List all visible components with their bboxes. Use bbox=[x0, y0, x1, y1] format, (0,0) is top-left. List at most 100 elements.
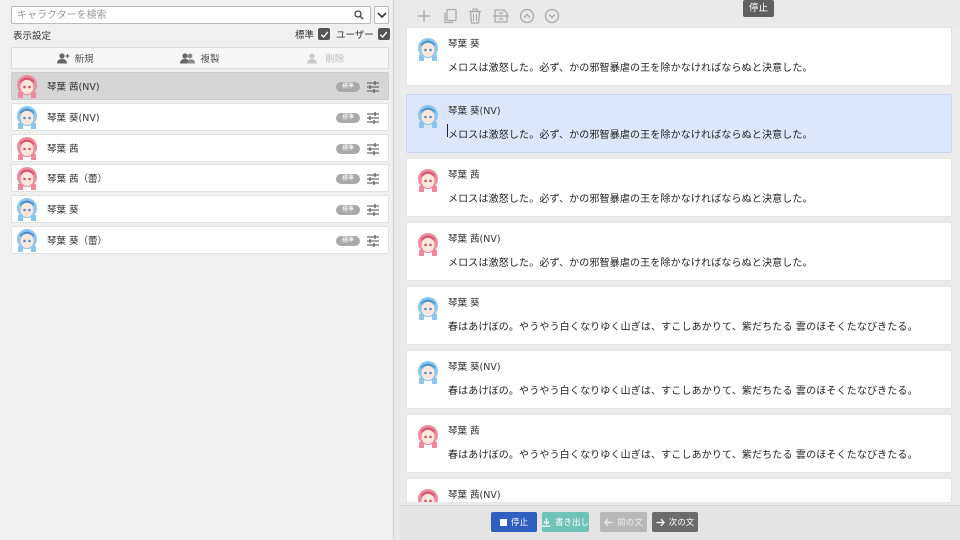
character-tag-badge: 標準 bbox=[336, 112, 360, 123]
script-line[interactable]: 琴葉 葵メロスは激怒した。必ず、かの邪智暴虐の王を除かなければならぬと決意した。 bbox=[406, 27, 952, 86]
settings-sliders-icon[interactable] bbox=[366, 172, 380, 186]
speaker-avatar[interactable] bbox=[416, 37, 440, 61]
display-settings-label: 表示設定 bbox=[13, 31, 52, 42]
filter-user[interactable]: ユーザー bbox=[336, 27, 390, 41]
stop-button[interactable]: 停止 bbox=[491, 512, 537, 532]
character-name: 琴葉 茜 bbox=[47, 143, 79, 155]
delete-character-label: 削除 bbox=[325, 54, 345, 65]
text-cursor bbox=[447, 124, 448, 137]
character-tag-badge: 標準 bbox=[336, 82, 360, 92]
chevron-down-icon bbox=[376, 11, 387, 18]
line-text[interactable]: メロスは激怒した。必ず、かの邪智暴虐の王を除かなければならぬと決意した。 bbox=[448, 59, 813, 74]
add-icon[interactable] bbox=[415, 7, 433, 25]
speaker-name: 琴葉 葵(NV) bbox=[448, 362, 501, 373]
speaker-avatar[interactable] bbox=[416, 424, 440, 448]
move-up-icon[interactable] bbox=[518, 7, 536, 25]
stop-tooltip: 停止 bbox=[743, 0, 774, 17]
line-text[interactable]: メロスは激怒した。必ず、かの邪智暴虐の王を除かなければならぬと決意した。 bbox=[448, 254, 813, 269]
speaker-name: 琴葉 茜 bbox=[448, 170, 480, 181]
new-character-button[interactable]: 新規 bbox=[12, 48, 137, 68]
delete-icon[interactable] bbox=[466, 7, 484, 25]
script-line[interactable]: 琴葉 茜(NV) メロスは激怒した。必ず、かの邪智暴虐の王を除かなければならぬと決… bbox=[406, 222, 952, 281]
character-avatar bbox=[15, 136, 39, 160]
filter-standard-checkbox[interactable] bbox=[318, 28, 331, 40]
check-icon bbox=[380, 31, 388, 38]
script-line[interactable]: 琴葉 茜メロスは激怒した。必ず、かの邪智暴虐の王を除かなければならぬと決意した。 bbox=[406, 158, 952, 217]
speaker-avatar[interactable] bbox=[416, 104, 440, 128]
character-action-bar: 新規 複製 削除 bbox=[11, 47, 389, 69]
line-text[interactable]: 春はあけぼの。やうやう白くなりゆく山ぎは、すこしあかりて、紫だちたる 雲のほそく… bbox=[448, 382, 918, 397]
character-item[interactable]: 琴葉 茜 標準 bbox=[11, 133, 389, 162]
speaker-avatar[interactable] bbox=[416, 232, 440, 256]
script-line[interactable]: 琴葉 茜春はあけぼの。やうやう白くなりゆく山ぎは、すこしあかりて、紫だちたる 雲… bbox=[406, 414, 952, 473]
search-input[interactable] bbox=[12, 7, 348, 23]
character-tag-badge: 標準 bbox=[336, 205, 360, 216]
character-item[interactable]: 琴葉 葵 標準 bbox=[11, 195, 389, 224]
script-line-list: 琴葉 葵メロスは激怒した。必ず、かの邪智暴虐の王を除かなければならぬと決意した。… bbox=[400, 27, 960, 502]
character-avatar bbox=[15, 105, 39, 129]
character-tag-badge: 標準 bbox=[336, 143, 360, 154]
search-dropdown-button[interactable] bbox=[374, 6, 389, 24]
character-item[interactable]: 琴葉 茜（蕾） 標準 bbox=[11, 164, 389, 193]
speaker-name: 琴葉 茜(NV) bbox=[448, 490, 501, 501]
character-name: 琴葉 茜(NV) bbox=[47, 82, 100, 93]
arrow-right-icon bbox=[656, 518, 665, 526]
character-name: 琴葉 葵(NV) bbox=[47, 112, 100, 124]
character-item[interactable]: 琴葉 葵（蕾） 標準 bbox=[11, 225, 389, 254]
settings-sliders-icon[interactable] bbox=[366, 234, 380, 248]
script-line[interactable]: 琴葉 茜(NV) bbox=[406, 478, 952, 502]
settings-sliders-icon[interactable] bbox=[366, 80, 380, 94]
character-item[interactable]: 琴葉 葵(NV) 標準 bbox=[11, 102, 389, 131]
speaker-name: 琴葉 茜(NV) bbox=[448, 234, 501, 245]
character-item[interactable]: 琴葉 茜(NV) 標準 bbox=[11, 72, 389, 100]
filter-standard-label: 標準 bbox=[295, 30, 315, 41]
character-avatar bbox=[15, 197, 39, 222]
speaker-avatar[interactable] bbox=[416, 296, 440, 320]
previous-sentence-label: 前の文 bbox=[617, 518, 643, 528]
script-line[interactable]: 琴葉 葵(NV) 春はあけぼの。やうやう白くなりゆく山ぎは、すこしあかりて、紫だち… bbox=[406, 350, 952, 409]
line-text[interactable]: メロスは激怒した。必ず、かの邪智暴虐の王を除かなければならぬと決意した。 bbox=[448, 190, 813, 205]
move-down-icon[interactable] bbox=[543, 7, 561, 25]
script-line[interactable]: 琴葉 葵春はあけぼの。やうやう白くなりゆく山ぎは、すこしあかりて、紫だちたる 雲… bbox=[406, 286, 952, 345]
previous-sentence-button[interactable]: 前の文 bbox=[600, 512, 647, 532]
speaker-avatar[interactable] bbox=[416, 488, 440, 502]
filter-user-label: ユーザー bbox=[336, 30, 374, 41]
settings-sliders-icon[interactable] bbox=[366, 111, 380, 125]
line-text[interactable]: メロスは激怒した。必ず、かの邪智暴虐の王を除かなければならぬと決意した。 bbox=[448, 126, 813, 141]
arrow-left-icon bbox=[604, 518, 613, 526]
duplicate-character-button[interactable]: 複製 bbox=[137, 48, 262, 68]
search-box bbox=[11, 6, 371, 24]
settings-sliders-icon[interactable] bbox=[366, 142, 380, 156]
playback-bar: 停止 書き出し 前の文 次の文 bbox=[400, 505, 960, 540]
add-user-icon bbox=[56, 52, 70, 63]
line-toolbar bbox=[408, 4, 948, 28]
character-name: 琴葉 葵 bbox=[47, 205, 79, 217]
next-sentence-button[interactable]: 次の文 bbox=[652, 512, 698, 532]
stop-icon bbox=[499, 518, 507, 526]
character-panel: 表示設定 標準 ユーザー 新規 複製 bbox=[0, 0, 394, 540]
character-avatar bbox=[15, 74, 39, 98]
copy-icon[interactable] bbox=[441, 7, 459, 25]
filter-standard[interactable]: 標準 bbox=[295, 27, 331, 41]
export-label: 書き出し bbox=[555, 518, 590, 528]
duplicate-character-label: 複製 bbox=[200, 54, 220, 65]
split-icon[interactable] bbox=[492, 7, 510, 25]
settings-sliders-icon[interactable] bbox=[366, 203, 380, 217]
character-list: 琴葉 茜(NV) 標準 琴葉 葵(NV) 標準 琴葉 茜標準 琴葉 茜（蕾） 標準 琴葉 葵標… bbox=[11, 72, 389, 257]
speaker-avatar[interactable] bbox=[416, 168, 440, 192]
speaker-avatar[interactable] bbox=[416, 360, 440, 384]
remove-user-icon bbox=[307, 52, 318, 63]
speaker-name: 琴葉 葵 bbox=[448, 39, 480, 50]
next-sentence-label: 次の文 bbox=[668, 518, 695, 528]
script-line[interactable]: 琴葉 葵(NV) メロスは激怒した。必ず、かの邪智暴虐の王を除かなければならぬと決… bbox=[406, 94, 952, 153]
filter-user-checkbox[interactable] bbox=[377, 28, 390, 40]
download-icon bbox=[542, 518, 551, 527]
speaker-name: 琴葉 茜 bbox=[448, 426, 480, 437]
search-icon[interactable] bbox=[354, 10, 364, 20]
export-button[interactable]: 書き出し bbox=[542, 512, 589, 532]
delete-character-button[interactable]: 削除 bbox=[263, 48, 388, 68]
line-text[interactable]: 春はあけぼの。やうやう白くなりゆく山ぎは、すこしあかりて、紫だちたる 雲のほそく… bbox=[448, 318, 918, 333]
speaker-name: 琴葉 葵(NV) bbox=[448, 106, 501, 117]
character-avatar bbox=[15, 228, 39, 252]
line-text[interactable]: 春はあけぼの。やうやう白くなりゆく山ぎは、すこしあかりて、紫だちたる 雲のほそく… bbox=[448, 446, 918, 461]
